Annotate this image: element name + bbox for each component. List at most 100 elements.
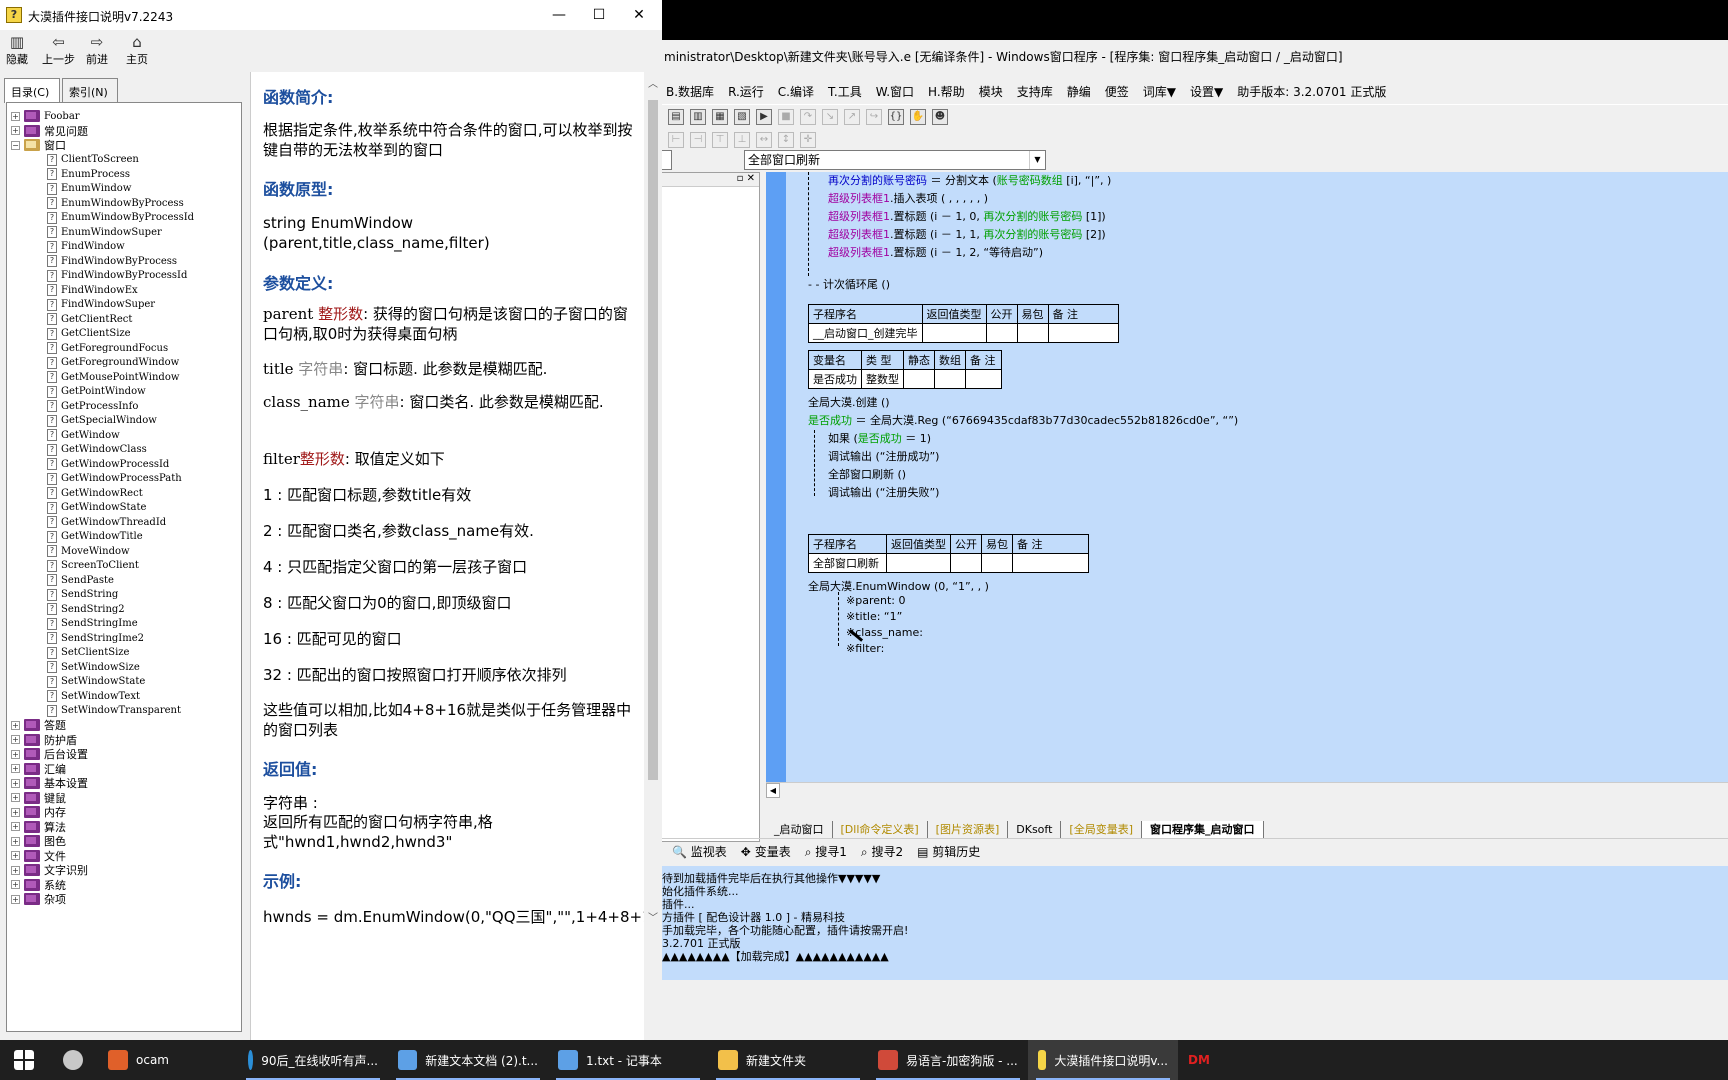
tree-page-item[interactable]: ? FindWindow (47, 240, 125, 254)
tab-startup-window[interactable]: _启动窗口 (766, 821, 833, 839)
menu-module[interactable]: 模块 (979, 83, 1003, 100)
step-out-icon[interactable]: ↗ (844, 108, 860, 125)
chevron-down-icon[interactable]: ▼ (1029, 151, 1045, 169)
search-icon[interactable]: ▤ (668, 108, 684, 125)
tree-page-item[interactable]: ? GetWindowState (47, 501, 146, 515)
tree-page-item[interactable]: ? GetWindowRect (47, 486, 143, 500)
tree-page-item[interactable]: ? EnumProcess (47, 167, 130, 181)
tree-folder-item[interactable]: + 文件 (11, 849, 66, 863)
tab-dll-commands[interactable]: [Dll命令定义表] (833, 821, 928, 839)
tab-global-vars[interactable]: [全局变量表] (1061, 821, 1142, 839)
scroll-left-icon[interactable]: ◀ (766, 783, 780, 798)
taskbar-app-1[interactable] (48, 1040, 98, 1080)
tree-folder-item[interactable]: + 答题 (11, 718, 66, 732)
tree-page-item[interactable]: ? EnumWindowByProcessId (47, 211, 194, 225)
code-hscrollbar[interactable]: ◀ (766, 782, 1728, 798)
tree-page-item[interactable]: ? ScreenToClient (47, 559, 139, 573)
tree-page-item[interactable]: ? SendString (47, 588, 118, 602)
subroutine-combo[interactable]: 全部窗口刷新 ▼ (744, 150, 1046, 170)
expand-icon[interactable]: + (11, 822, 20, 831)
tree-page-item[interactable]: ? GetWindowProcessId (47, 457, 169, 471)
taskbar-help[interactable]: 大漠插件接口说明v... (1028, 1040, 1178, 1080)
taskbar-notepad-2[interactable]: 新建文本文档 (2).t... (388, 1040, 548, 1080)
expand-icon[interactable]: + (11, 778, 20, 788)
tree-page-item[interactable]: ? GetSpecialWindow (47, 414, 157, 428)
expand-icon[interactable]: + (11, 764, 20, 773)
layout2-icon[interactable]: ▦ (712, 108, 728, 125)
step-in-icon[interactable]: ↘ (822, 108, 838, 125)
taskbar-notepad-1[interactable]: 1.txt - 记事本 (548, 1040, 708, 1080)
start-button[interactable] (0, 1040, 48, 1080)
tree-page-item[interactable]: ? GetWindowTitle (47, 530, 143, 544)
tree-folder-item[interactable]: + 防护盾 (11, 733, 77, 747)
taskbar-ocam[interactable]: ocam (98, 1040, 238, 1080)
hide-button[interactable]: ▥ 隐藏 (6, 33, 28, 67)
braces-icon[interactable]: {} (888, 108, 904, 125)
content-vscrollbar[interactable]: ︿ ﹀ (644, 72, 662, 1040)
expand-icon[interactable]: + (11, 111, 20, 121)
menu-database[interactable]: B.数据库 (666, 83, 714, 100)
tree-page-item[interactable]: ? FindWindowSuper (47, 298, 155, 312)
hand-icon[interactable]: ✋ (910, 108, 926, 125)
menu-static-compile[interactable]: 静编 (1067, 83, 1091, 100)
pin-icon[interactable]: ▫ (737, 173, 744, 184)
code-editor[interactable]: 再次分割的账号密码 ＝ 分割文本 (账号密码数组 [i], “|”, ) 超级列… (766, 172, 1728, 782)
step-icon[interactable]: ↷ (800, 108, 816, 125)
expand-icon[interactable]: + (11, 865, 20, 875)
tree-page-item[interactable]: ? SendStringIme2 (47, 631, 144, 645)
expand-icon[interactable]: + (11, 894, 20, 904)
tree-page-item[interactable]: ? MoveWindow (47, 544, 130, 558)
tab-dksoft[interactable]: DKsoft (1008, 821, 1062, 839)
tree-page-item[interactable]: ? FindWindowByProcess (47, 254, 177, 268)
tab-clip-history[interactable]: ▤ 剪辑历史 (917, 843, 980, 860)
taskbar-edge[interactable]: 90后_在线收听有声... (238, 1040, 388, 1080)
tree-folder-item[interactable]: + 文字识别 (11, 863, 88, 877)
tree-page-item[interactable]: ? FindWindowEx (47, 283, 138, 297)
tree-page-item[interactable]: ? SetClientSize (47, 646, 129, 660)
tree-folder-item[interactable]: − 窗口 (11, 138, 66, 152)
expand-icon[interactable]: + (11, 880, 20, 889)
expand-icon[interactable]: + (11, 793, 20, 802)
tree-page-item[interactable]: ? SetWindowSize (47, 660, 140, 674)
tree-page-item[interactable]: ? GetMousePointWindow (47, 370, 179, 384)
tab-contents[interactable]: 目录(C) (4, 78, 60, 103)
tab-find2[interactable]: ⌕ 搜寻2 (861, 843, 903, 860)
tree-page-item[interactable]: ? GetPointWindow (47, 385, 146, 399)
tree-page-item[interactable]: ? FindWindowByProcessId (47, 269, 187, 283)
tree-folder-item[interactable]: + 基本设置 (11, 776, 88, 790)
close-icon[interactable]: ✕ (747, 173, 755, 184)
tree-page-item[interactable]: ? GetWindowProcessPath (47, 472, 182, 486)
menu-lexicon[interactable]: 词库▼ (1143, 83, 1176, 100)
tree-page-item[interactable]: ? GetWindow (47, 428, 120, 442)
tree-page-item[interactable]: ? ClientToScreen (47, 153, 139, 167)
tree-folder-item[interactable]: + 算法 (11, 820, 66, 834)
menu-help[interactable]: H.帮助 (928, 83, 965, 100)
menu-notes[interactable]: 便签 (1105, 83, 1129, 100)
expand-icon[interactable]: + (11, 807, 20, 817)
tree-page-item[interactable]: ? GetForegroundWindow (47, 356, 179, 370)
expand-icon[interactable]: + (11, 836, 20, 846)
tree-page-item[interactable]: ? SendPaste (47, 573, 114, 587)
tree-page-item[interactable]: ? SendString2 (47, 602, 125, 616)
center-icon[interactable]: ✛ (800, 132, 816, 148)
tree-folder-item[interactable]: + 图色 (11, 834, 66, 848)
step-over-icon[interactable]: ↪ (866, 108, 882, 125)
tree-folder-item[interactable]: + 常见问题 (11, 124, 88, 138)
home-button[interactable]: ⌂ 主页 (126, 33, 148, 67)
stop-icon[interactable]: ■ (778, 108, 794, 125)
run-icon[interactable]: ▶ (756, 108, 772, 125)
align-center-icon[interactable]: ⊣ (690, 132, 706, 148)
expand-icon[interactable]: + (11, 749, 20, 759)
tree-page-item[interactable]: ? SetWindowText (47, 689, 140, 703)
expand-icon[interactable]: + (11, 851, 20, 860)
tab-find1[interactable]: ⌕ 搜寻1 (805, 843, 847, 860)
align-left-icon[interactable]: ⊢ (668, 132, 684, 148)
taskbar-eyuyan[interactable]: 易语言-加密狗版 - ... (868, 1040, 1028, 1080)
tree-page-item[interactable]: ? EnumWindowSuper (47, 225, 162, 239)
tree-page-item[interactable]: ? GetClientRect (47, 312, 132, 326)
space-v-icon[interactable]: ↕ (778, 132, 794, 148)
close-button[interactable]: ✕ (616, 0, 662, 30)
align-right-icon[interactable]: ⊤ (712, 132, 728, 148)
tree-page-item[interactable]: ? GetForegroundFocus (47, 341, 168, 355)
layout3-icon[interactable]: ▧ (734, 108, 750, 125)
